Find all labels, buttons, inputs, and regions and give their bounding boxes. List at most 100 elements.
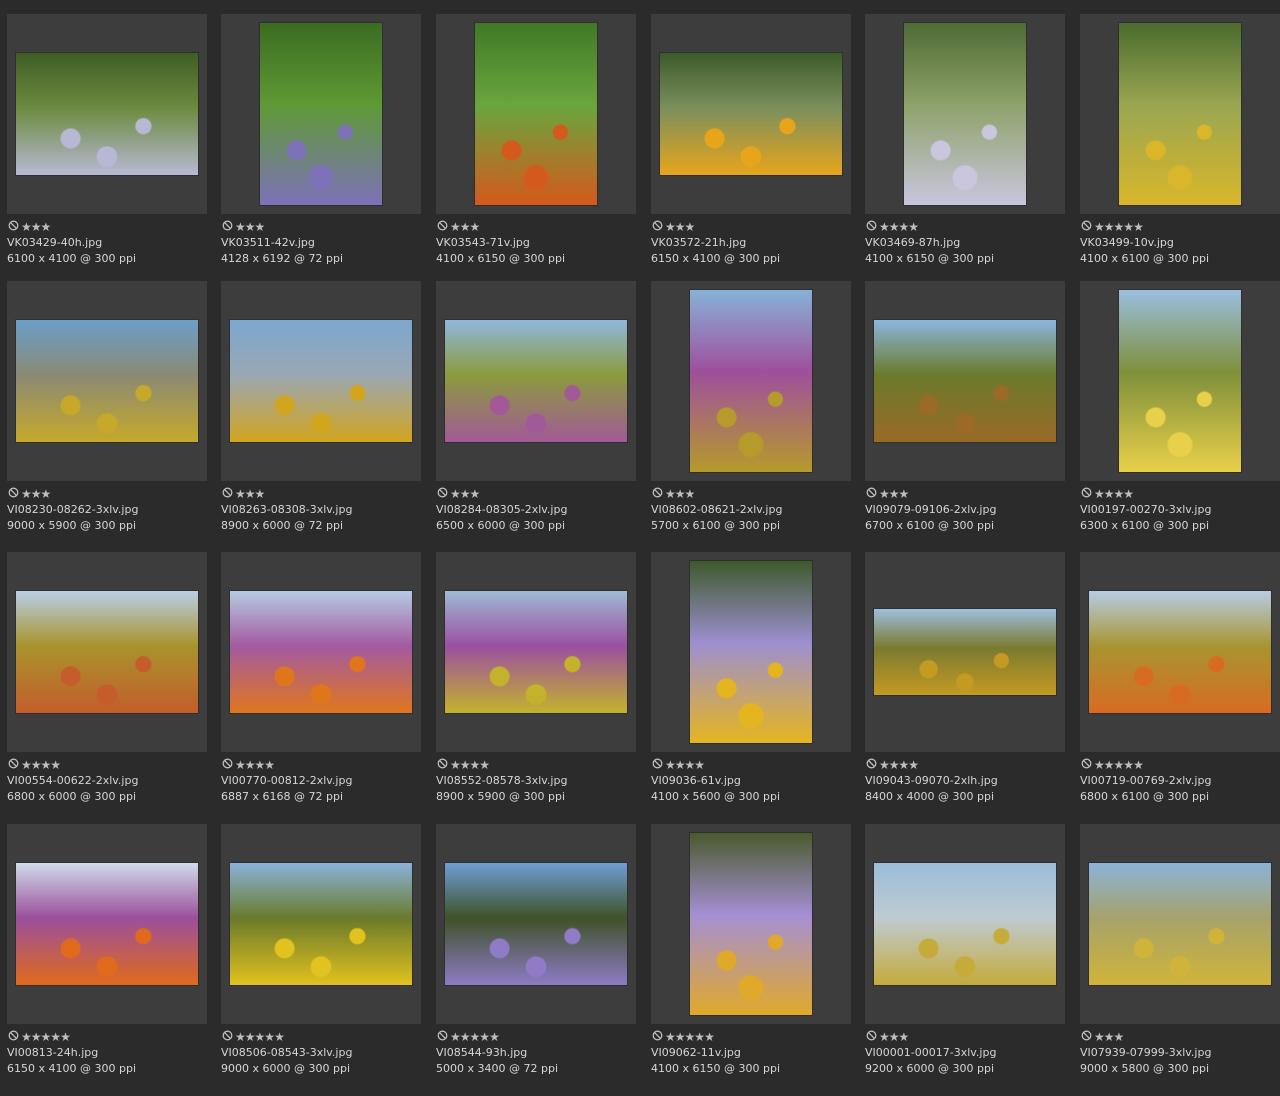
star-icon[interactable]: ★ bbox=[31, 758, 42, 772]
reject-flag-icon[interactable] bbox=[866, 758, 877, 769]
star-rating[interactable]: ★★★★★ bbox=[222, 1027, 285, 1044]
thumbnail-frame[interactable] bbox=[221, 14, 421, 214]
thumbnail-frame[interactable] bbox=[865, 552, 1065, 752]
photo-thumbnail[interactable] bbox=[874, 320, 1056, 442]
star-icon[interactable]: ★ bbox=[460, 220, 471, 234]
photo-thumbnail[interactable] bbox=[16, 53, 198, 175]
star-icon[interactable]: ★ bbox=[245, 220, 256, 234]
star-icon[interactable]: ★ bbox=[879, 758, 890, 772]
star-icon[interactable]: ★ bbox=[685, 487, 696, 501]
reject-flag-icon[interactable] bbox=[437, 758, 448, 769]
thumbnail-frame[interactable] bbox=[1080, 824, 1280, 1024]
star-icon[interactable]: ★ bbox=[470, 1030, 481, 1044]
photo-thumbnail[interactable] bbox=[16, 863, 198, 985]
star-icon[interactable]: ★ bbox=[685, 1030, 696, 1044]
photo-thumbnail[interactable] bbox=[1119, 23, 1241, 205]
star-icon[interactable]: ★ bbox=[685, 220, 696, 234]
star-rating[interactable]: ★★★★ bbox=[1081, 484, 1134, 501]
photo-thumbnail[interactable] bbox=[445, 863, 627, 985]
star-icon[interactable]: ★ bbox=[41, 1030, 52, 1044]
reject-flag-icon[interactable] bbox=[437, 220, 448, 231]
thumbnail-frame[interactable] bbox=[7, 281, 207, 481]
star-icon[interactable]: ★ bbox=[235, 220, 246, 234]
star-icon[interactable]: ★ bbox=[235, 487, 246, 501]
star-icon[interactable]: ★ bbox=[50, 758, 61, 772]
star-rating[interactable]: ★★★ bbox=[652, 217, 696, 234]
star-icon[interactable]: ★ bbox=[450, 220, 461, 234]
star-icon[interactable]: ★ bbox=[470, 220, 481, 234]
star-rating[interactable]: ★★★ bbox=[1081, 1027, 1124, 1044]
thumbnail-frame[interactable] bbox=[221, 552, 421, 752]
star-icon[interactable]: ★ bbox=[21, 1030, 32, 1044]
reject-flag-icon[interactable] bbox=[8, 220, 19, 231]
star-icon[interactable]: ★ bbox=[274, 1030, 285, 1044]
reject-flag-icon[interactable] bbox=[437, 487, 448, 498]
star-icon[interactable]: ★ bbox=[1114, 220, 1125, 234]
thumbnail-frame[interactable] bbox=[651, 824, 851, 1024]
star-rating[interactable]: ★★★★★ bbox=[1081, 217, 1144, 234]
star-icon[interactable]: ★ bbox=[460, 1030, 471, 1044]
star-icon[interactable]: ★ bbox=[1133, 758, 1144, 772]
thumbnail-frame[interactable] bbox=[436, 281, 636, 481]
photo-thumbnail[interactable] bbox=[1089, 591, 1271, 713]
star-icon[interactable]: ★ bbox=[908, 758, 919, 772]
reject-flag-icon[interactable] bbox=[222, 758, 233, 769]
thumbnail-frame[interactable] bbox=[651, 281, 851, 481]
star-icon[interactable]: ★ bbox=[908, 220, 919, 234]
reject-flag-icon[interactable] bbox=[8, 487, 19, 498]
star-icon[interactable]: ★ bbox=[889, 1030, 900, 1044]
thumbnail-frame[interactable] bbox=[1080, 14, 1280, 214]
star-icon[interactable]: ★ bbox=[1104, 758, 1115, 772]
star-icon[interactable]: ★ bbox=[685, 758, 696, 772]
star-icon[interactable]: ★ bbox=[255, 758, 266, 772]
star-icon[interactable]: ★ bbox=[879, 1030, 890, 1044]
star-icon[interactable]: ★ bbox=[694, 1030, 705, 1044]
reject-flag-icon[interactable] bbox=[652, 1030, 663, 1041]
thumbnail-frame[interactable] bbox=[651, 14, 851, 214]
star-icon[interactable]: ★ bbox=[470, 487, 481, 501]
thumbnail-frame[interactable] bbox=[865, 824, 1065, 1024]
photo-thumbnail[interactable] bbox=[475, 23, 597, 205]
star-icon[interactable]: ★ bbox=[1133, 220, 1144, 234]
thumbnail-frame[interactable] bbox=[436, 552, 636, 752]
star-icon[interactable]: ★ bbox=[899, 220, 910, 234]
star-rating[interactable]: ★★★ bbox=[8, 484, 52, 501]
reject-flag-icon[interactable] bbox=[8, 1030, 19, 1041]
star-icon[interactable]: ★ bbox=[50, 1030, 61, 1044]
star-icon[interactable]: ★ bbox=[460, 487, 471, 501]
star-icon[interactable]: ★ bbox=[450, 758, 461, 772]
thumbnail-frame[interactable] bbox=[436, 14, 636, 214]
star-icon[interactable]: ★ bbox=[665, 1030, 676, 1044]
photo-thumbnail[interactable] bbox=[445, 591, 627, 713]
star-rating[interactable]: ★★★ bbox=[866, 1027, 910, 1044]
reject-flag-icon[interactable] bbox=[652, 487, 663, 498]
photo-thumbnail[interactable] bbox=[1089, 863, 1271, 985]
star-icon[interactable]: ★ bbox=[1123, 487, 1134, 501]
star-rating[interactable]: ★★★★ bbox=[866, 755, 919, 772]
star-icon[interactable]: ★ bbox=[1123, 220, 1134, 234]
star-rating[interactable]: ★★★ bbox=[222, 484, 265, 501]
star-rating[interactable]: ★★★ bbox=[222, 217, 265, 234]
photo-thumbnail[interactable] bbox=[230, 591, 412, 713]
photo-thumbnail[interactable] bbox=[230, 863, 412, 985]
star-rating[interactable]: ★★★ bbox=[437, 484, 481, 501]
star-icon[interactable]: ★ bbox=[235, 758, 246, 772]
star-icon[interactable]: ★ bbox=[255, 1030, 266, 1044]
photo-thumbnail[interactable] bbox=[16, 320, 198, 442]
photo-thumbnail[interactable] bbox=[874, 609, 1056, 695]
reject-flag-icon[interactable] bbox=[652, 758, 663, 769]
star-rating[interactable]: ★★★★ bbox=[437, 755, 490, 772]
star-icon[interactable]: ★ bbox=[1094, 1030, 1105, 1044]
star-icon[interactable]: ★ bbox=[21, 220, 32, 234]
star-icon[interactable]: ★ bbox=[245, 758, 256, 772]
star-icon[interactable]: ★ bbox=[889, 487, 900, 501]
star-icon[interactable]: ★ bbox=[41, 487, 52, 501]
star-icon[interactable]: ★ bbox=[665, 758, 676, 772]
star-rating[interactable]: ★★★ bbox=[866, 484, 909, 501]
star-icon[interactable]: ★ bbox=[1114, 487, 1125, 501]
reject-flag-icon[interactable] bbox=[866, 487, 877, 498]
reject-flag-icon[interactable] bbox=[437, 1030, 448, 1041]
star-icon[interactable]: ★ bbox=[899, 1030, 910, 1044]
star-icon[interactable]: ★ bbox=[879, 220, 890, 234]
photo-thumbnail[interactable] bbox=[445, 320, 627, 442]
